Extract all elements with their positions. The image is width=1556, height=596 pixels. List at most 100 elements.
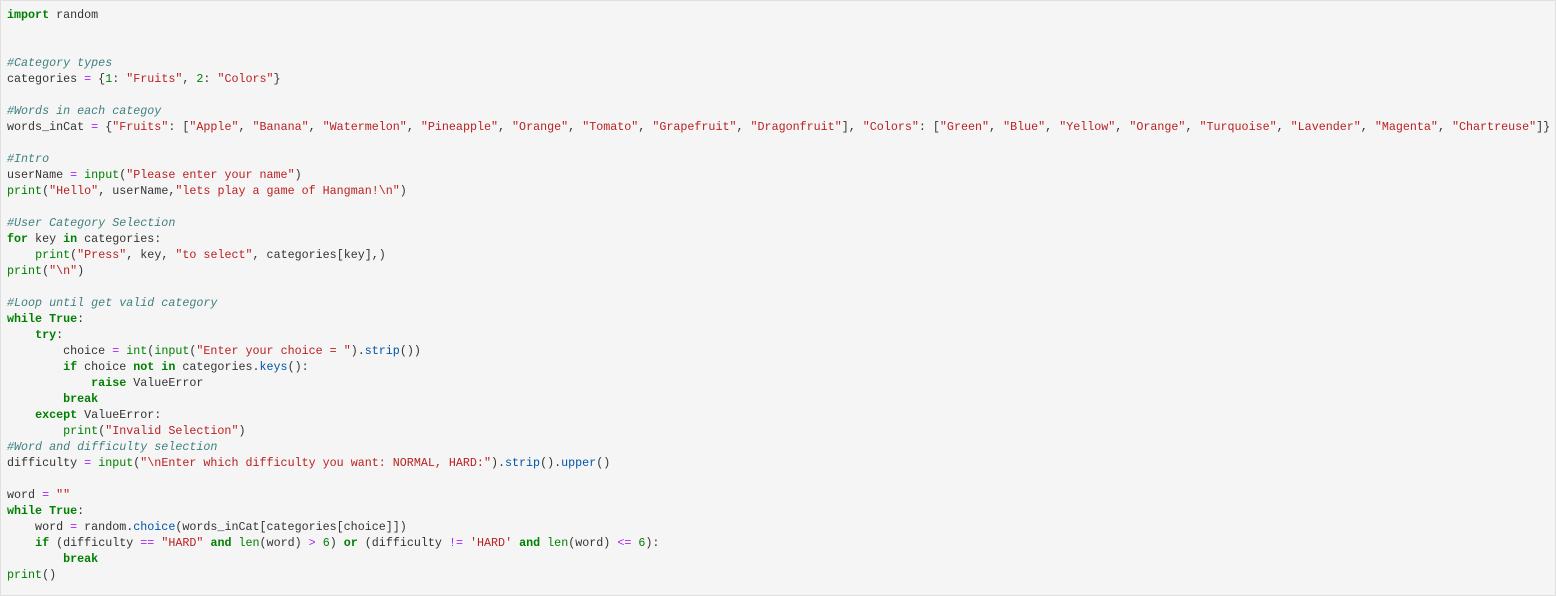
code-text: random — [49, 8, 99, 22]
keyword: try — [35, 328, 57, 342]
code-text: choice — [77, 360, 134, 374]
string-literal: "Colors" — [217, 72, 274, 86]
code-text: , — [498, 120, 513, 134]
string-literal: "Enter your choice = " — [196, 344, 351, 358]
string-literal: "Turquoise" — [1199, 120, 1277, 134]
keyword: import — [7, 8, 50, 22]
number: 6 — [322, 536, 330, 550]
code-text: difficulty — [7, 456, 85, 470]
code-cell[interactable]: import random #Category types categories =… — [0, 0, 1556, 596]
code-text: , — [1185, 120, 1200, 134]
code-text: ()) — [399, 344, 421, 358]
operator: <= — [617, 536, 632, 550]
builtin: input — [154, 344, 190, 358]
string-literal: "Press" — [77, 248, 127, 262]
string-literal: "" — [56, 488, 71, 502]
string-literal: "Green" — [939, 120, 990, 134]
code-line: #User Category Selection — [7, 215, 1550, 231]
string-literal: "Fruits" — [112, 120, 169, 134]
string-literal: "Colors" — [862, 120, 919, 134]
code-text: , categories[key],) — [252, 248, 386, 262]
builtin: input — [84, 168, 120, 182]
keyword: if — [63, 360, 78, 374]
code-text: ) — [238, 424, 246, 438]
keyword: and — [519, 536, 541, 550]
string-literal: "\n" — [49, 264, 78, 278]
builtin: print — [7, 184, 43, 198]
code-line: if (difficulty == "HARD" and len(word) >… — [7, 535, 1550, 551]
code-text: ValueError — [126, 376, 204, 390]
string-literal: "Watermelon" — [322, 120, 407, 134]
method-name: keys — [259, 360, 288, 374]
code-text: ) — [399, 184, 407, 198]
code-text: ], — [841, 120, 863, 134]
code-text: , — [1437, 120, 1452, 134]
string-literal: "Please enter your name" — [126, 168, 295, 182]
code-line: userName = input("Please enter your name… — [7, 167, 1550, 183]
keyword: and — [210, 536, 232, 550]
code-text: : — [56, 328, 64, 342]
code-editor[interactable]: import random #Category types categories =… — [7, 7, 1550, 583]
code-text: , — [1115, 120, 1130, 134]
string-literal: "Invalid Selection" — [105, 424, 239, 438]
keyword: while — [7, 504, 43, 518]
keyword: if — [35, 536, 50, 550]
keyword: while — [7, 312, 43, 326]
code-line: word = "" — [7, 487, 1550, 503]
code-text: (). — [540, 456, 562, 470]
code-text: , — [238, 120, 253, 134]
code-line: print("Press", key, "to select", categor… — [7, 247, 1550, 263]
operator: > — [308, 536, 316, 550]
code-text: , — [406, 120, 421, 134]
code-line: while True: — [7, 311, 1550, 327]
keyword: break — [63, 392, 99, 406]
code-line: if choice not in categories.keys(): — [7, 359, 1550, 375]
comment: #Word and difficulty selection — [7, 440, 218, 454]
code-text: (difficulty — [357, 536, 449, 550]
string-literal: "Fruits" — [126, 72, 183, 86]
code-line: print("\n") — [7, 263, 1550, 279]
string-literal: "Blue" — [1003, 120, 1046, 134]
builtin: input — [98, 456, 134, 470]
code-text: ) — [77, 264, 85, 278]
string-literal: "Hello" — [49, 184, 99, 198]
string-literal: "Orange" — [512, 120, 569, 134]
code-text: random. — [77, 520, 134, 534]
code-line: #Category types — [7, 55, 1550, 71]
operator: == — [140, 536, 155, 550]
code-text: } — [273, 72, 281, 86]
comment: #Category types — [7, 56, 113, 70]
code-line: #Intro — [7, 151, 1550, 167]
builtin: print — [35, 248, 71, 262]
code-line: difficulty = input("\nEnter which diffic… — [7, 455, 1550, 471]
string-literal: "to select" — [175, 248, 253, 262]
string-literal: "Yellow" — [1059, 120, 1116, 134]
comment: #Loop until get valid category — [7, 296, 218, 310]
string-literal: "HARD" — [161, 536, 204, 550]
string-literal: "\nEnter which difficulty you want: NORM… — [140, 456, 491, 470]
operator: != — [448, 536, 463, 550]
code-text: categories: — [77, 232, 162, 246]
builtin: print — [7, 568, 43, 582]
code-text: (difficulty — [49, 536, 141, 550]
string-literal: 'HARD' — [470, 536, 513, 550]
comment: #User Category Selection — [7, 216, 176, 230]
code-line: choice = int(input("Enter your choice = … — [7, 343, 1550, 359]
code-text: (word) — [568, 536, 618, 550]
keyword: or — [343, 536, 358, 550]
code-text: word — [7, 520, 71, 534]
string-literal: "lets play a game of Hangman!\n" — [175, 184, 400, 198]
code-text: : [ — [168, 120, 190, 134]
code-text: words_inCat — [7, 120, 92, 134]
code-text: { — [91, 72, 106, 86]
method-name: upper — [561, 456, 597, 470]
code-text: ) — [294, 168, 302, 182]
